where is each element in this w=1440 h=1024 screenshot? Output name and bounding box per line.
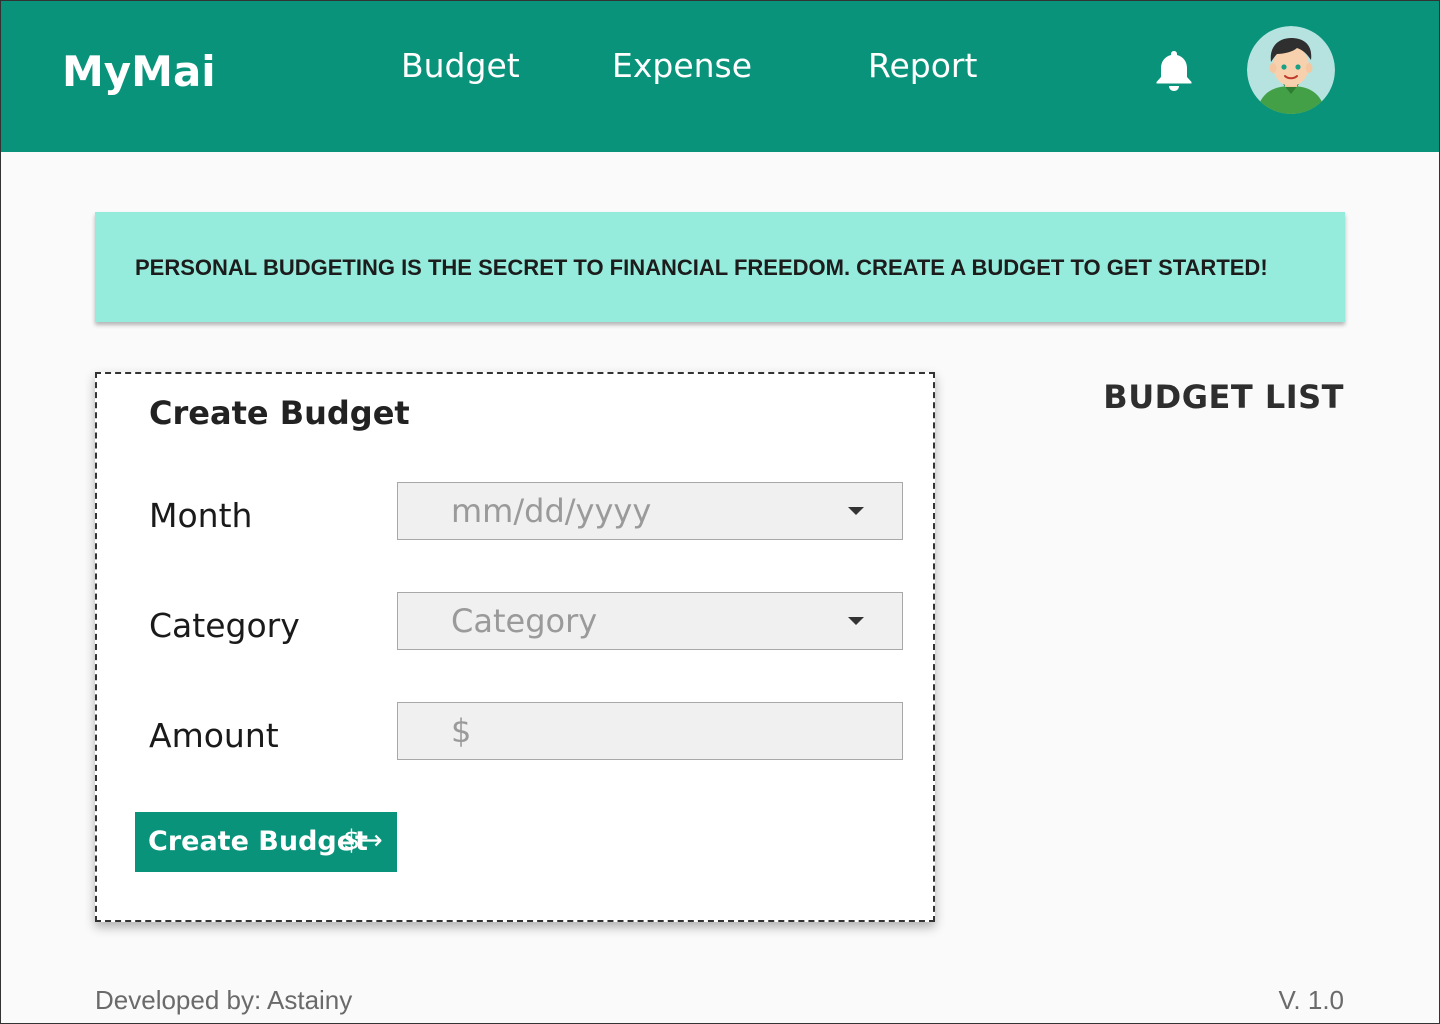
create-budget-form: Create Budget Month mm/dd/yyyy Category … — [95, 372, 935, 922]
budget-list-title: BUDGET LIST — [1103, 378, 1344, 416]
chevron-down-icon[interactable] — [848, 617, 864, 625]
bell-icon[interactable] — [1153, 48, 1195, 92]
category-label: Category — [149, 606, 300, 645]
dollar-arrow-icon: $→ — [343, 825, 383, 856]
footer-developer: Developed by: Astainy — [95, 985, 353, 1015]
top-nav-bar: MyMai Budget Expense Report — [0, 0, 1440, 152]
motivation-banner: PERSONAL BUDGETING IS THE SECRET TO FINA… — [95, 212, 1345, 322]
nav-report[interactable]: Report — [868, 44, 977, 88]
form-title: Create Budget — [149, 394, 410, 432]
amount-input[interactable]: $ — [397, 702, 903, 760]
month-placeholder: mm/dd/yyyy — [451, 492, 652, 530]
category-select[interactable]: Category — [397, 592, 903, 650]
footer-version: V. 1.0 — [1278, 985, 1344, 1015]
amount-label: Amount — [149, 716, 279, 755]
create-budget-button[interactable]: Create Budget $→ — [135, 812, 397, 872]
user-avatar-icon[interactable] — [1247, 26, 1335, 114]
app-logo[interactable]: MyMai — [62, 44, 216, 100]
nav-budget[interactable]: Budget — [401, 44, 520, 88]
chevron-down-icon[interactable] — [848, 507, 864, 515]
nav-expense[interactable]: Expense — [612, 44, 752, 88]
amount-placeholder: $ — [451, 712, 472, 750]
banner-text: PERSONAL BUDGETING IS THE SECRET TO FINA… — [135, 255, 1268, 280]
category-placeholder: Category — [451, 602, 598, 640]
month-label: Month — [149, 496, 253, 535]
create-budget-button-label: Create Budget — [148, 826, 368, 857]
month-date-picker[interactable]: mm/dd/yyyy — [397, 482, 903, 540]
